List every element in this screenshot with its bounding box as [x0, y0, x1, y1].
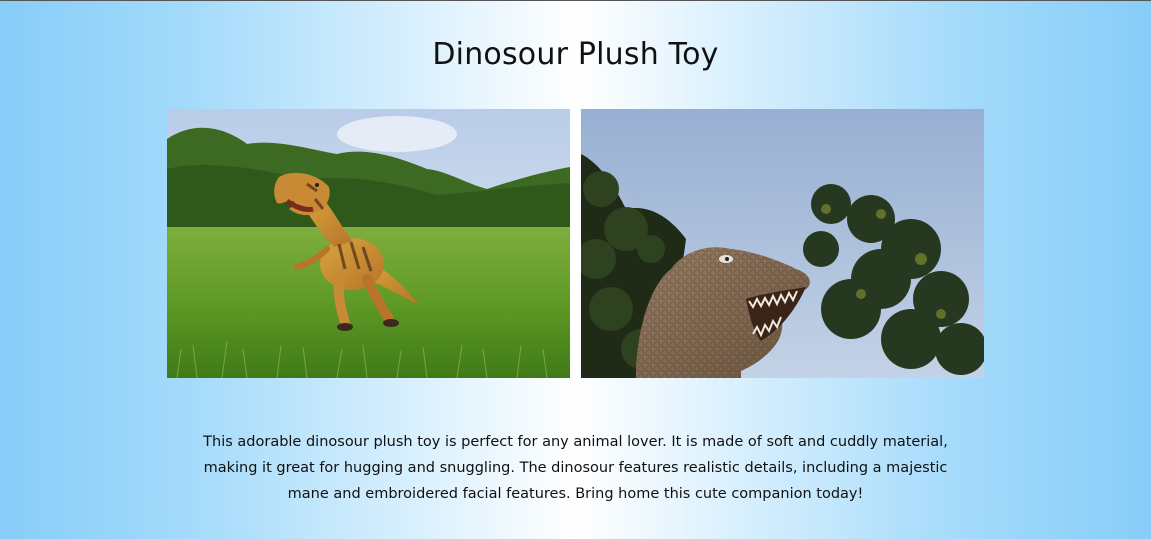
dinosaur-statue-image — [581, 109, 984, 378]
dinosaur-toy-on-grass-image — [167, 109, 570, 378]
page-title: Dinosour Plush Toy — [432, 37, 719, 72]
image-gallery — [167, 109, 984, 378]
product-description: This adorable dinosour plush toy is perf… — [203, 434, 948, 502]
